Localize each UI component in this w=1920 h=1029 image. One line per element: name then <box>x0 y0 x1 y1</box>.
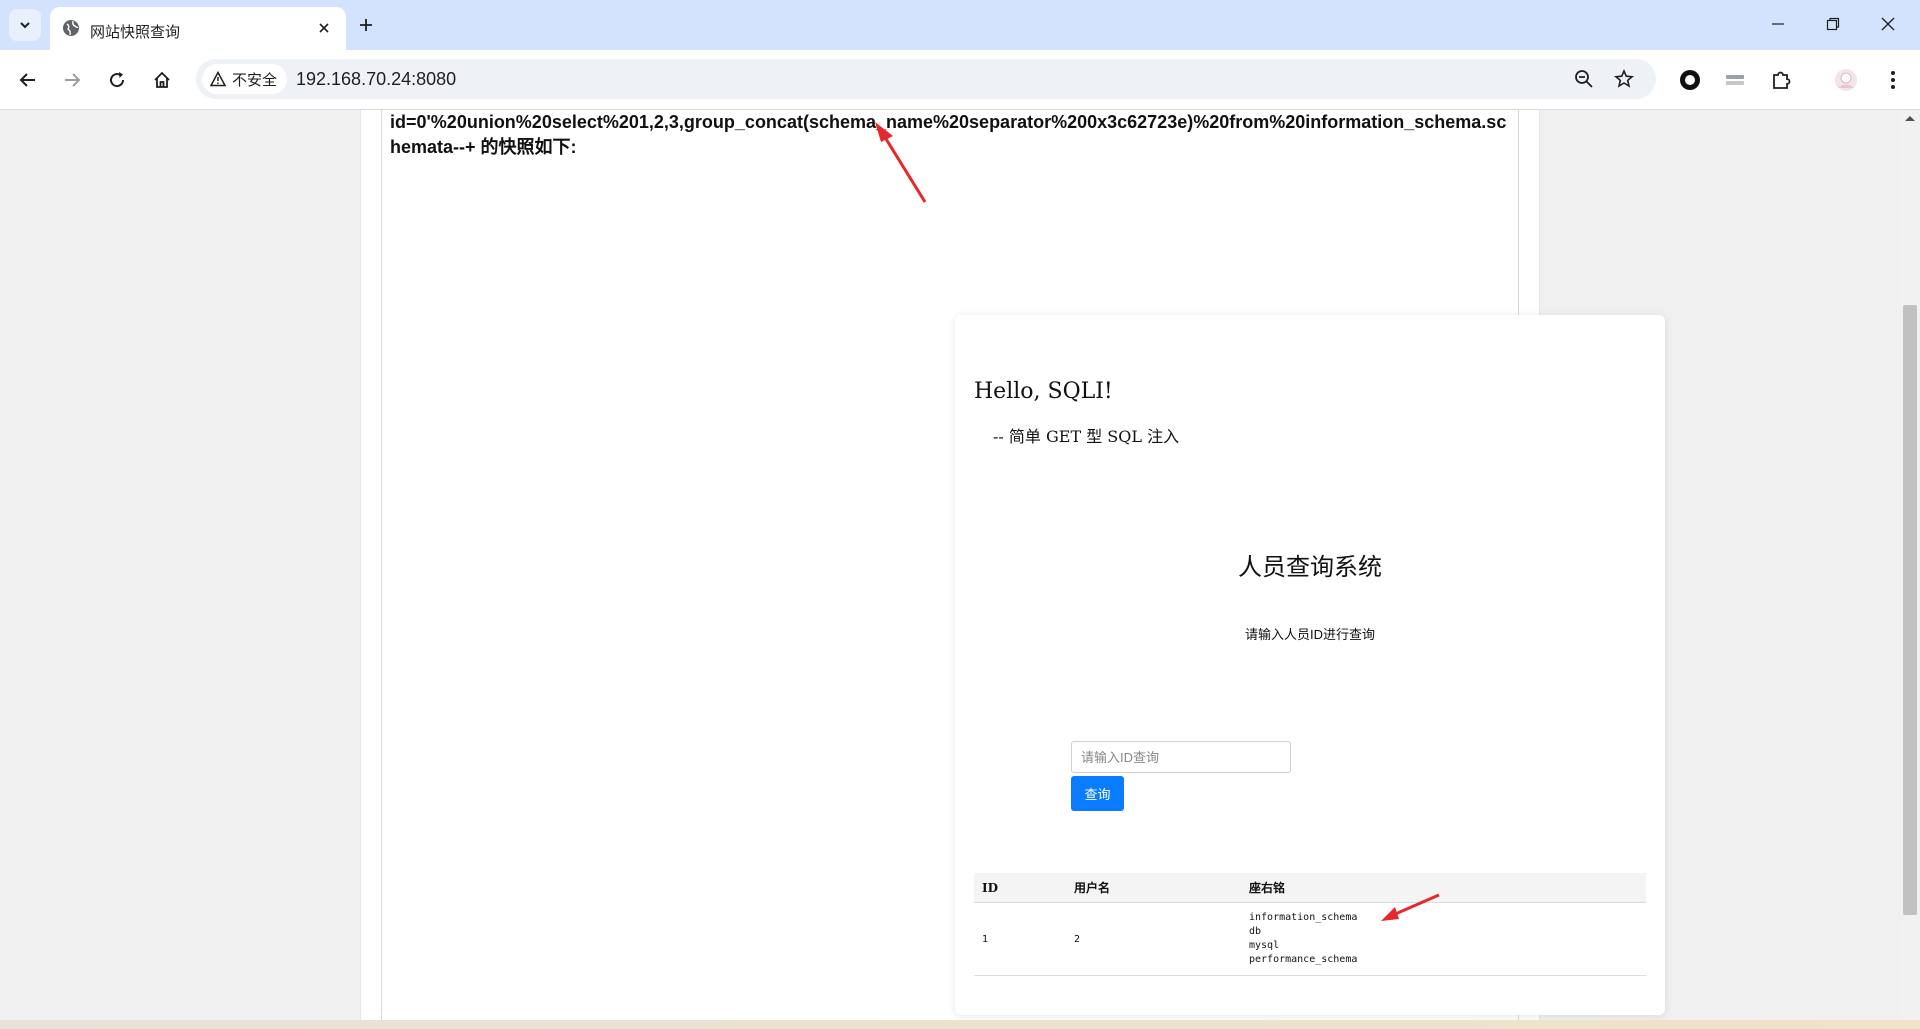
security-indicator[interactable]: 不安全 <box>202 64 288 94</box>
sqli-app-card: Hello, SQLI! -- 简单 GET 型 SQL 注入 人员查询系统 请… <box>955 315 1665 1015</box>
restore-icon <box>1826 17 1840 31</box>
result-table: ID 用户名 座右铭 1 2 information_schema db mys… <box>974 873 1646 976</box>
annotation-arrow-icon <box>875 122 927 203</box>
query-button[interactable]: 查询 <box>1071 776 1124 811</box>
more-vertical-icon <box>1891 71 1895 89</box>
forward-button[interactable] <box>56 64 88 96</box>
system-title: 人员查询系统 <box>1238 553 1382 581</box>
url-text[interactable]: 192.168.70.24:8080 <box>296 69 456 90</box>
record-icon <box>1680 70 1700 90</box>
extension-stack-button[interactable] <box>1719 64 1751 96</box>
plus-icon <box>360 19 372 31</box>
tab-title: 网站快照查询 <box>90 24 181 41</box>
address-bar[interactable]: 不安全 192.168.70.24:8080 <box>196 59 1656 99</box>
restore-button[interactable] <box>1813 8 1853 40</box>
home-icon <box>154 71 170 88</box>
system-hint: 请输入人员ID进行查询 <box>1244 627 1375 642</box>
back-button[interactable] <box>12 64 44 96</box>
window-close-button[interactable] <box>1868 8 1908 40</box>
reload-icon <box>110 72 125 88</box>
menu-button[interactable] <box>1877 64 1909 96</box>
table-header-row: ID 用户名 座右铭 <box>974 873 1646 903</box>
annotation-arrow-icon <box>1381 893 1440 921</box>
id-search-input[interactable] <box>1071 741 1291 773</box>
vertical-scrollbar[interactable] <box>1900 110 1920 1020</box>
tab-search-button[interactable] <box>9 9 41 41</box>
browser-toolbar: 不安全 192.168.70.24:8080 <box>0 50 1920 110</box>
minimize-button[interactable] <box>1758 8 1798 40</box>
warning-icon <box>210 71 226 87</box>
minimize-icon <box>1772 23 1784 25</box>
snapshot-container: id=0'%20union%20select%201,2,3,group_con… <box>360 110 1665 1020</box>
extension-record-button[interactable] <box>1674 64 1706 96</box>
column-header-id: ID <box>974 873 1066 903</box>
puzzle-icon <box>1773 71 1791 89</box>
bookmark-button[interactable] <box>1612 67 1636 91</box>
schema-list: information_schema db mysql performance_… <box>1249 912 1358 965</box>
security-label: 不安全 <box>232 71 278 89</box>
star-icon <box>1614 69 1634 88</box>
arrow-left-icon <box>19 73 35 87</box>
cell-id: 1 <box>974 902 1066 976</box>
scrollbar-thumb[interactable] <box>1903 305 1917 915</box>
extensions-button[interactable] <box>1765 64 1797 96</box>
close-icon <box>1881 17 1895 31</box>
tab-strip: 网站快照查询 <box>0 0 1920 50</box>
scroll-up-icon[interactable] <box>1904 114 1916 122</box>
table-row: 1 2 information_schema db mysql performa… <box>974 902 1646 976</box>
sqli-subtitle: -- 简单 GET 型 SQL 注入 <box>993 427 1180 446</box>
tab-close-button[interactable] <box>314 18 334 38</box>
close-icon <box>319 23 329 33</box>
profile-avatar[interactable] <box>1830 64 1862 96</box>
avatar-icon <box>1835 69 1857 91</box>
home-button[interactable] <box>146 64 178 96</box>
column-header-username: 用户名 <box>1066 873 1241 903</box>
cell-username: 2 <box>1066 902 1241 976</box>
reload-button[interactable] <box>101 64 133 96</box>
taskbar-edge <box>0 1020 1920 1029</box>
chevron-down-icon <box>20 22 30 29</box>
column-header-motto: 座右铭 <box>1241 873 1646 903</box>
zoom-indicator[interactable] <box>1572 67 1596 91</box>
stack-icon <box>1726 75 1744 85</box>
sqli-title: Hello, SQLI! <box>974 379 1113 404</box>
globe-icon <box>63 20 79 36</box>
arrow-right-icon <box>65 73 81 87</box>
new-tab-button[interactable] <box>352 11 380 39</box>
page-viewport: id=0'%20union%20select%201,2,3,group_con… <box>0 110 1900 1020</box>
browser-tab-active[interactable]: 网站快照查询 <box>50 7 346 50</box>
zoom-out-icon <box>1575 70 1593 88</box>
snapshot-heading: id=0'%20union%20select%201,2,3,group_con… <box>390 112 1507 157</box>
cell-motto: information_schema db mysql performance_… <box>1241 902 1646 976</box>
